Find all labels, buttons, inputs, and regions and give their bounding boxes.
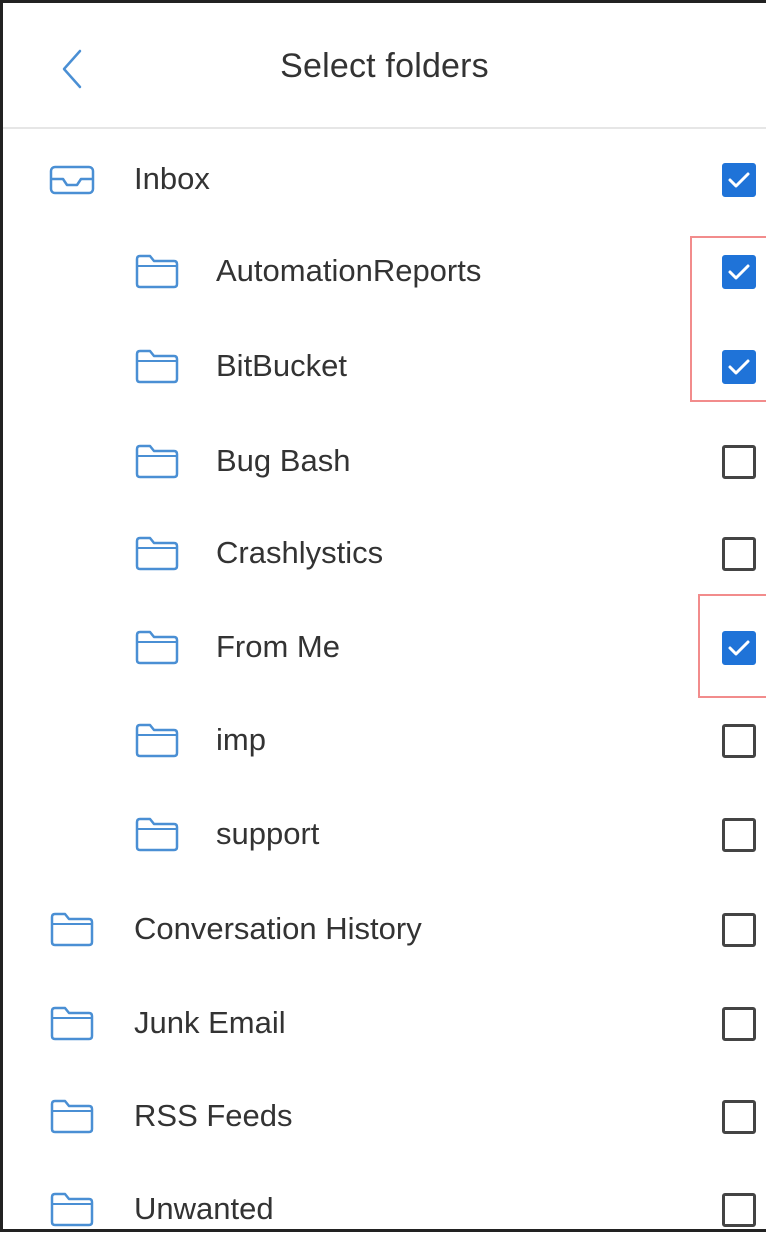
folder-label: Bug Bash	[216, 443, 351, 478]
folder-label: support	[216, 816, 320, 851]
folder-label: BitBucket	[216, 348, 347, 383]
folder-row[interactable]: BitBucket	[3, 320, 766, 414]
folder-row[interactable]: imp	[3, 694, 766, 788]
folder-row[interactable]: Inbox	[3, 133, 766, 227]
folder-icon	[133, 443, 181, 479]
folder-row[interactable]: Conversation History	[3, 883, 766, 977]
folder-label: RSS Feeds	[134, 1098, 293, 1133]
folder-icon	[133, 722, 181, 758]
folder-row[interactable]: Bug Bash	[3, 415, 766, 509]
folder-row[interactable]: AutomationReports	[3, 225, 766, 319]
folder-row[interactable]: From Me	[3, 601, 766, 695]
folder-checkbox[interactable]	[722, 350, 756, 384]
checkmark-icon	[728, 172, 750, 188]
folder-icon	[48, 911, 96, 947]
folder-row[interactable]: Junk Email	[3, 977, 766, 1071]
folder-label: Inbox	[134, 161, 210, 196]
folder-checkbox[interactable]	[722, 913, 756, 947]
page-title: Select folders	[280, 47, 489, 85]
folder-checkbox[interactable]	[722, 724, 756, 758]
inbox-tray-icon	[48, 161, 96, 197]
checkmark-icon	[728, 359, 750, 375]
folder-icon	[133, 535, 181, 571]
folder-label: Conversation History	[134, 911, 422, 946]
checkmark-icon	[728, 264, 750, 280]
folder-checkbox[interactable]	[722, 163, 756, 197]
folder-checkbox[interactable]	[722, 537, 756, 571]
folder-label: AutomationReports	[216, 253, 482, 288]
folder-icon	[48, 1191, 96, 1227]
folder-label: Crashlystics	[216, 535, 384, 570]
folder-icon	[133, 348, 181, 384]
folder-icon	[133, 629, 181, 665]
folder-row[interactable]: Crashlystics	[3, 507, 766, 601]
folder-checkbox[interactable]	[722, 445, 756, 479]
folder-checkbox[interactable]	[722, 255, 756, 289]
folder-checkbox[interactable]	[722, 1100, 756, 1134]
folder-label: From Me	[216, 629, 340, 664]
folder-checkbox[interactable]	[722, 631, 756, 665]
folder-icon	[48, 1098, 96, 1134]
folder-icon	[48, 1005, 96, 1041]
folder-icon	[133, 816, 181, 852]
folder-icon	[133, 253, 181, 289]
folder-label: imp	[216, 722, 266, 757]
folder-label: Unwanted	[134, 1191, 274, 1226]
folder-checkbox[interactable]	[722, 818, 756, 852]
folder-row[interactable]: support	[3, 788, 766, 882]
folder-label: Junk Email	[134, 1005, 286, 1040]
header-bar: Select folders	[3, 3, 766, 129]
folder-row[interactable]: Unwanted	[3, 1163, 766, 1257]
folder-checkbox[interactable]	[722, 1193, 756, 1227]
checkmark-icon	[728, 640, 750, 656]
folder-checkbox[interactable]	[722, 1007, 756, 1041]
folder-row[interactable]: RSS Feeds	[3, 1070, 766, 1164]
